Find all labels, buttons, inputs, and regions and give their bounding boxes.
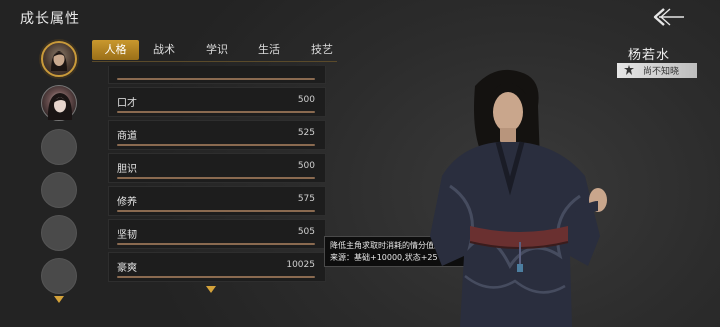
attribute-value: 10025 [286,260,315,270]
attribute-row[interactable]: 商道 525 [108,120,326,150]
tab-tactics[interactable]: 战术 [144,40,184,60]
attribute-value: 505 [297,227,315,237]
chevron-down-icon[interactable] [206,286,216,294]
attribute-bar [117,78,315,80]
portrait-slot-empty[interactable] [41,129,77,165]
page-title: 成长属性 [20,11,80,27]
attribute-row[interactable]: 坚韧 505 [108,219,326,249]
character-trait: 尚不知晓 [643,67,680,77]
attribute-name: 坚韧 [117,230,137,241]
tab-personality[interactable]: 人格 [92,40,139,60]
portrait-slot-empty[interactable] [41,215,77,251]
trait-emblem-icon [624,65,634,75]
attribute-value: 575 [297,194,315,204]
chevron-down-icon[interactable] [54,296,64,304]
back-arrow-icon[interactable] [650,6,686,28]
attribute-value: 500 [297,95,315,105]
attribute-row[interactable]: 胆识 500 [108,153,326,183]
tab-life[interactable]: 生活 [249,40,289,60]
attribute-bar [117,111,315,113]
attribute-name: 口才 [117,98,137,109]
attribute-row-selected[interactable]: 豪爽 10025 [108,252,326,282]
female-face-icon [47,93,73,120]
male-face-icon [51,51,67,71]
attribute-list[interactable]: 口才 500 商道 525 胆识 500 修养 575 坚韧 505 豪爽 10… [108,66,326,284]
portrait-female[interactable] [41,85,77,121]
portrait-slot-empty[interactable] [41,258,77,294]
attribute-value: 525 [297,128,315,138]
attribute-bar [117,276,315,278]
attribute-bar [117,210,315,212]
attribute-row[interactable]: 修养 575 [108,186,326,216]
portrait-male-selected[interactable] [41,41,77,77]
portrait-slot-empty[interactable] [41,172,77,208]
attribute-bar [117,144,315,146]
attribute-row-partial [108,66,326,84]
tabs-underline [92,61,337,62]
tab-craft[interactable]: 技艺 [302,40,342,60]
attribute-row[interactable]: 口才 500 [108,87,326,117]
attribute-name: 修养 [117,197,137,208]
tab-knowledge[interactable]: 学识 [197,40,237,60]
attribute-bar [117,177,315,179]
attribute-name: 胆识 [117,164,137,175]
attribute-bar [117,243,315,245]
attribute-name: 商道 [117,131,137,142]
attribute-name: 豪爽 [117,263,137,274]
character-figure [430,69,607,327]
attribute-value: 500 [297,161,315,171]
character-trait-bar: 尚不知晓 [617,63,697,78]
character-name: 杨若水 [628,48,671,63]
